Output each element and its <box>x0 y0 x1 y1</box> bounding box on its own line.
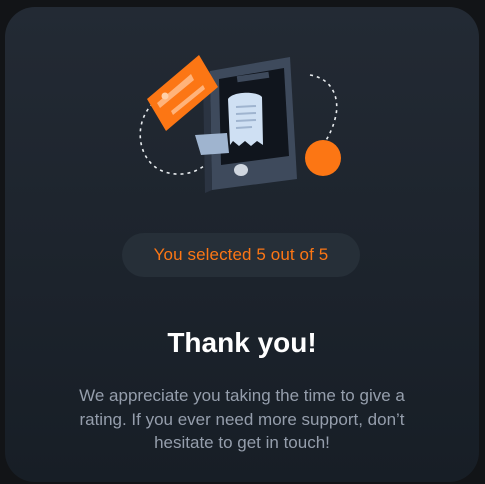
rating-badge: You selected 5 out of 5 <box>122 233 360 277</box>
thank-you-message: We appreciate you taking the time to giv… <box>79 386 405 452</box>
rating-badge-text: You selected 5 out of 5 <box>153 245 329 264</box>
dashed-orbit-right <box>309 74 338 146</box>
thank-you-card: You selected 5 out of 5 Thank you! We ap… <box>5 7 479 482</box>
accent-circle <box>305 140 341 176</box>
thank-you-title: Thank you! <box>167 327 317 358</box>
phone-receipt-card-illustration <box>139 55 341 193</box>
